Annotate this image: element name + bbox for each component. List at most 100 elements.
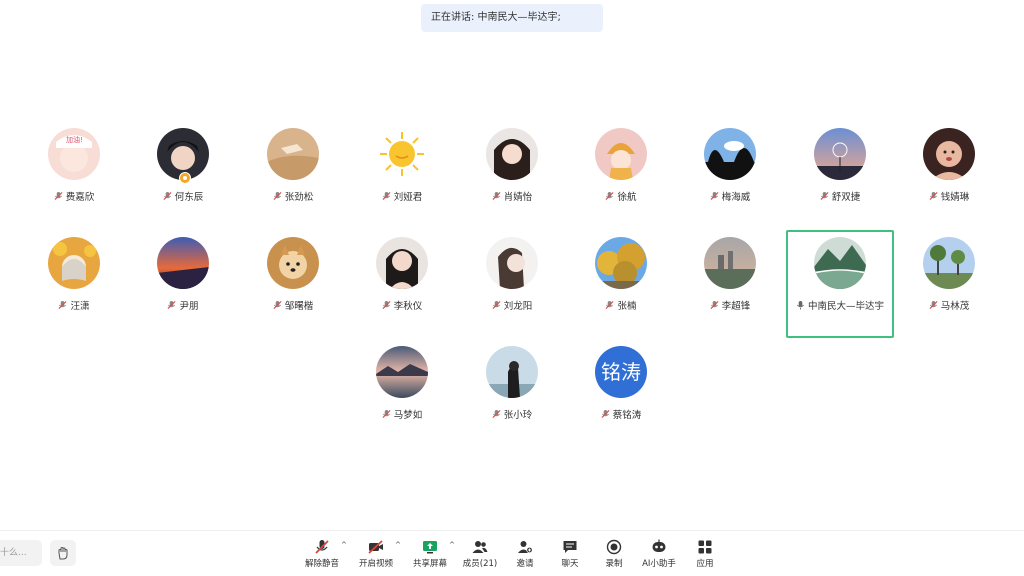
mic-active-icon <box>796 300 804 310</box>
mic-muted-icon <box>820 191 829 201</box>
start-video-label: 开启视频 <box>358 559 393 569</box>
meeting-toolbar: 十么... 解除静音 ^ 开启视频 ^ 共享屏幕 ^ 成员(21) 邀请 聊天 … <box>0 530 1024 576</box>
participant-grid: 加油! 费嘉欣 何东辰 张劲松 刘娅君 肖婧怡 徐航 梅海威 舒双捷 钱婧琳 汪… <box>0 0 1024 530</box>
mic-muted-icon <box>382 409 391 419</box>
participant-tile[interactable]: 张小玲 <box>458 346 566 454</box>
participant-tile[interactable]: 汪潇 <box>20 237 128 345</box>
participant-tile[interactable]: 张劲松 <box>239 128 347 236</box>
participant-avatar-initials: 铭涛 <box>595 346 647 398</box>
invite-button[interactable]: 邀请 <box>510 539 540 571</box>
members-label: 成员(21) <box>462 559 498 569</box>
unmute-label: 解除静音 <box>304 559 339 569</box>
participant-name: 徐航 <box>617 192 637 203</box>
participant-name-row: 汪潇 <box>20 298 128 312</box>
participant-name-row: 徐航 <box>567 189 675 203</box>
participant-name-row: 李超锋 <box>676 298 784 312</box>
participant-name-row: 张劲松 <box>239 189 347 203</box>
apps-button[interactable]: 应用 <box>690 539 720 571</box>
participant-avatar <box>486 128 538 180</box>
participant-tile-active-speaker[interactable]: 中南民大—毕达宇 <box>786 230 894 338</box>
participant-tile[interactable]: 刘龙阳 <box>458 237 566 345</box>
participant-name: 马林茂 <box>940 301 970 312</box>
participant-avatar <box>267 237 319 289</box>
participant-name: 马梦如 <box>393 410 423 421</box>
mic-muted-icon <box>167 300 176 310</box>
participant-tile[interactable]: 舒双捷 <box>786 128 894 236</box>
mic-muted-icon <box>163 191 172 201</box>
participant-avatar <box>814 237 866 289</box>
participant-name: 何东辰 <box>174 192 204 203</box>
record-label: 录制 <box>605 559 623 569</box>
participant-name: 梅海威 <box>721 192 751 203</box>
mic-muted-icon <box>929 300 938 310</box>
participant-tile[interactable]: 肖婧怡 <box>458 128 566 236</box>
participant-name-row: 钱婧琳 <box>895 189 1003 203</box>
mic-muted-icon <box>315 540 329 554</box>
participant-tile[interactable]: 刘娅君 <box>348 128 456 236</box>
participant-avatar <box>376 346 428 398</box>
participant-tile[interactable]: 钱婧琳 <box>895 128 1003 236</box>
share-screen-button[interactable]: 共享屏幕 <box>412 539 448 571</box>
participant-avatar <box>923 128 975 180</box>
participant-tile[interactable]: 李秋仪 <box>348 237 456 345</box>
participant-name: 张楠 <box>617 301 637 312</box>
participant-tile[interactable]: 马林茂 <box>895 237 1003 345</box>
mic-muted-icon <box>929 191 938 201</box>
raise-hand-button[interactable] <box>50 540 76 566</box>
chat-button[interactable]: 聊天 <box>555 539 585 571</box>
invite-label: 邀请 <box>516 559 534 569</box>
mic-muted-icon <box>710 300 719 310</box>
participant-name-row: 张楠 <box>567 298 675 312</box>
record-button[interactable]: 录制 <box>599 539 629 571</box>
participant-tile[interactable]: 加油! 费嘉欣 <box>20 128 128 236</box>
participant-avatar <box>486 237 538 289</box>
ai-assistant-label: AI小助手 <box>642 559 676 569</box>
apps-label: 应用 <box>696 559 714 569</box>
mic-muted-icon <box>382 191 391 201</box>
mic-muted-icon <box>273 300 282 310</box>
participant-name-row: 中南民大—毕达宇 <box>786 298 894 312</box>
unmute-button[interactable]: 解除静音 <box>304 539 340 571</box>
share-screen-icon <box>423 541 437 554</box>
video-off-icon <box>368 540 383 554</box>
participant-name: 刘娅君 <box>393 192 423 203</box>
chat-input[interactable]: 十么... <box>0 540 42 566</box>
participant-avatar <box>704 237 756 289</box>
audio-options-chevron-icon[interactable]: ^ <box>341 541 347 549</box>
members-button[interactable]: 成员(21) <box>462 539 498 571</box>
video-options-chevron-icon[interactable]: ^ <box>395 541 401 549</box>
participant-name-row: 邹曙楷 <box>239 298 347 312</box>
participant-avatar <box>48 237 100 289</box>
mic-muted-icon <box>492 300 501 310</box>
mic-muted-icon <box>710 191 719 201</box>
participant-name: 汪潇 <box>70 301 90 312</box>
participant-tile[interactable]: 邹曙楷 <box>239 237 347 345</box>
participant-avatar <box>376 128 428 180</box>
participant-name: 蔡铭涛 <box>612 410 642 421</box>
participant-tile[interactable]: 张楠 <box>567 237 675 345</box>
host-badge-icon <box>179 172 191 184</box>
participant-name: 张小玲 <box>503 410 533 421</box>
mic-muted-icon <box>492 409 501 419</box>
participant-tile[interactable]: 铭涛 蔡铭涛 <box>567 346 675 454</box>
participant-name: 李秋仪 <box>393 301 423 312</box>
participant-name-row: 何东辰 <box>129 189 237 203</box>
participant-name-row: 马梦如 <box>348 407 456 421</box>
svg-text:加油!: 加油! <box>66 135 83 144</box>
participant-avatar <box>814 128 866 180</box>
participant-tile[interactable]: 马梦如 <box>348 346 456 454</box>
participant-name-row: 舒双捷 <box>786 189 894 203</box>
participant-name: 邹曙楷 <box>284 301 314 312</box>
participant-tile[interactable]: 李超锋 <box>676 237 784 345</box>
participant-name-row: 尹朋 <box>129 298 237 312</box>
start-video-button[interactable]: 开启视频 <box>358 539 394 571</box>
ai-assistant-button[interactable]: AI小助手 <box>641 539 677 571</box>
invite-icon <box>518 541 533 554</box>
raise-hand-icon <box>58 547 68 560</box>
participant-tile[interactable]: 梅海威 <box>676 128 784 236</box>
participant-tile[interactable]: 何东辰 <box>129 128 237 236</box>
participant-tile[interactable]: 尹朋 <box>129 237 237 345</box>
share-options-chevron-icon[interactable]: ^ <box>449 541 455 549</box>
participant-tile[interactable]: 徐航 <box>567 128 675 236</box>
mic-muted-icon <box>58 300 67 310</box>
